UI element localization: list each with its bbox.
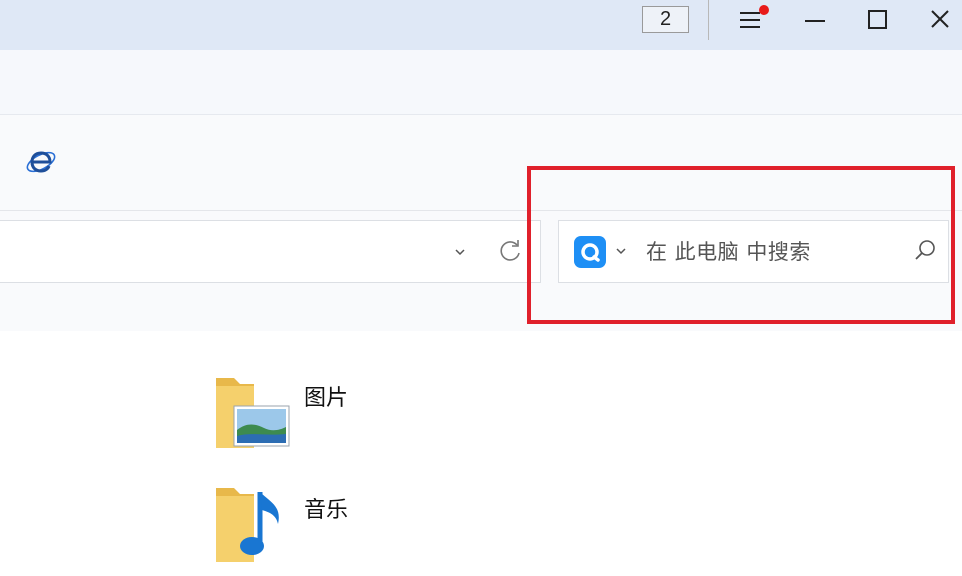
file-list bbox=[0, 331, 962, 576]
highlight-annotation bbox=[527, 166, 955, 324]
notification-dot bbox=[759, 5, 769, 15]
folder-label: 音乐 bbox=[304, 498, 349, 523]
close-button[interactable] bbox=[922, 4, 956, 34]
minimize-button[interactable] bbox=[798, 4, 832, 34]
tab-strip bbox=[0, 50, 962, 115]
tab-count-badge[interactable]: 2 bbox=[642, 6, 689, 33]
maximize-icon bbox=[868, 10, 887, 29]
ie-logo-button[interactable] bbox=[24, 143, 60, 179]
refresh-icon bbox=[500, 240, 520, 261]
minimize-icon bbox=[805, 20, 825, 22]
ie-logo-icon bbox=[26, 151, 56, 173]
address-dropdown-button[interactable] bbox=[452, 244, 468, 260]
folder-music[interactable]: 音乐 bbox=[210, 484, 370, 568]
maximize-button[interactable] bbox=[860, 4, 894, 34]
close-icon bbox=[931, 10, 949, 28]
chevron-down-icon bbox=[455, 249, 465, 256]
folder-label: 图片 bbox=[304, 386, 349, 411]
folder-pictures[interactable]: 图片 bbox=[210, 372, 370, 456]
music-folder-icon bbox=[216, 488, 279, 562]
titlebar-divider bbox=[708, 0, 709, 40]
pictures-folder-icon bbox=[216, 378, 290, 448]
refresh-button[interactable] bbox=[497, 238, 523, 264]
